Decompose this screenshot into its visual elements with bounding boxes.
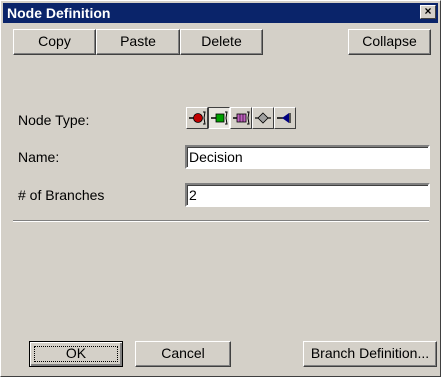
node-definition-dialog: Node Definition × Copy Paste Delete Coll… (0, 0, 441, 377)
logic-node-button[interactable] (252, 107, 274, 129)
close-button[interactable]: × (420, 5, 436, 19)
close-icon: × (424, 4, 432, 18)
node-type-label: Node Type: (18, 112, 90, 128)
branch-definition-button[interactable]: Branch Definition... (303, 341, 437, 367)
utility-node-button[interactable] (230, 107, 252, 129)
cancel-button[interactable]: Cancel (135, 341, 231, 367)
name-field[interactable]: Decision (185, 145, 430, 169)
window-title: Node Definition (7, 5, 111, 21)
separator (13, 220, 429, 222)
terminal-node-icon (277, 113, 291, 123)
delete-button[interactable]: Delete (180, 29, 263, 55)
logic-node-icon (255, 112, 271, 124)
ok-button[interactable]: OK (29, 341, 123, 367)
title-bar: Node Definition × (3, 3, 438, 23)
branches-field[interactable]: 2 (185, 183, 430, 207)
collapse-button[interactable]: Collapse (348, 29, 431, 55)
copy-button[interactable]: Copy (13, 29, 96, 55)
paste-button[interactable]: Paste (96, 29, 180, 55)
utility-node-icon (233, 111, 250, 125)
chance-node-icon (189, 111, 206, 125)
decision-node-icon (211, 111, 228, 125)
name-label: Name: (18, 149, 60, 165)
decision-node-button[interactable] (208, 107, 230, 129)
terminal-node-button[interactable] (274, 107, 296, 129)
focus-rect (34, 346, 118, 362)
branches-label: # of Branches (18, 187, 105, 203)
chance-node-button[interactable] (186, 107, 208, 129)
